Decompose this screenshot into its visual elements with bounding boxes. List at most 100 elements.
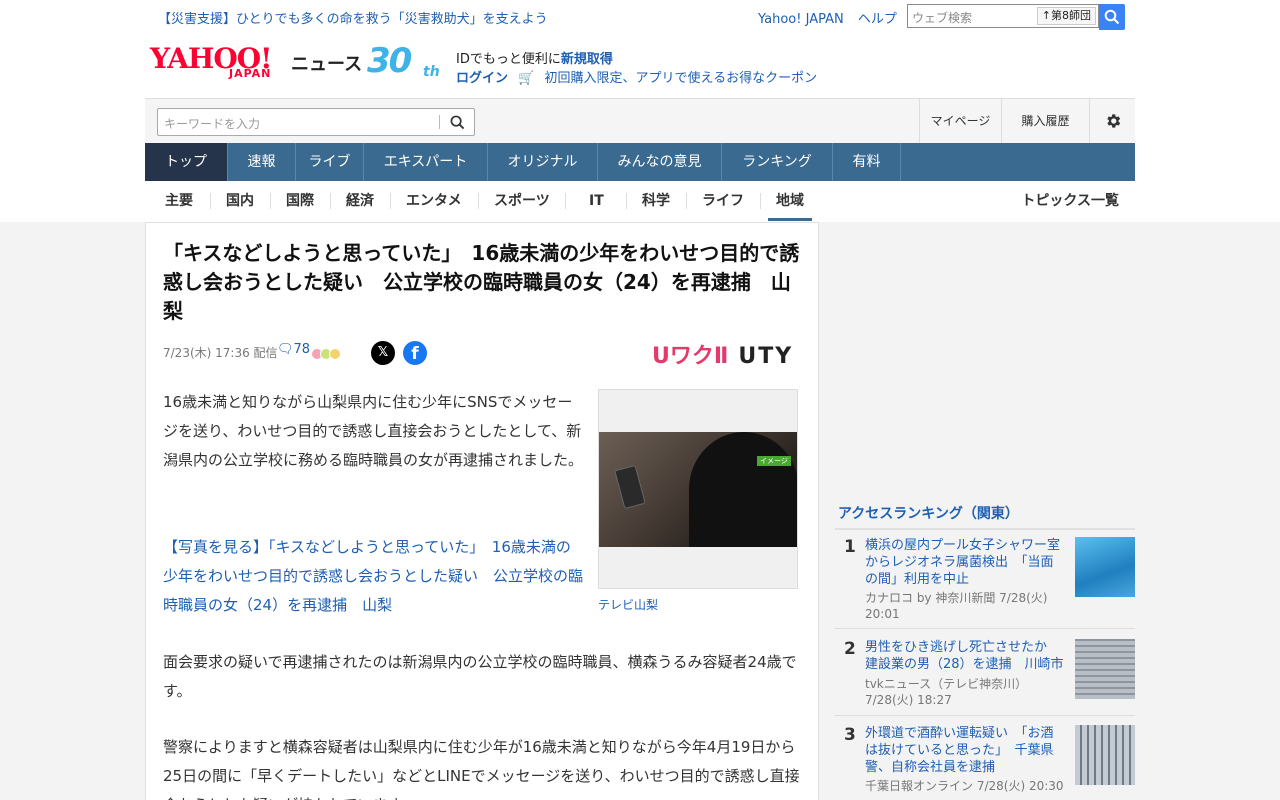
nav-top[interactable]: トップ [145, 143, 228, 181]
nav-breaking[interactable]: 速報 [228, 143, 296, 181]
search-row: キーワードを入力 マイページ 購入履歴 [145, 98, 1135, 143]
subnav-entertainment[interactable]: エンタメ [406, 181, 462, 221]
register-link[interactable]: 新規取得 [561, 52, 613, 67]
subnav-international[interactable]: 国際 [286, 181, 314, 221]
ranking-thumbnail[interactable] [1075, 639, 1135, 699]
ranking-thumbnail[interactable] [1075, 725, 1135, 785]
subnav-domestic[interactable]: 国内 [226, 181, 254, 221]
subnav-it[interactable]: IT [589, 181, 604, 221]
settings-button[interactable] [1089, 99, 1135, 143]
subnav-science[interactable]: 科学 [642, 181, 670, 221]
cart-icon: 🛒 [518, 71, 535, 86]
divider [835, 715, 1135, 716]
article-paragraph: 警察によりますと横森容疑者は山梨県内に住む少年が16歳未満と知りながら今年4月1… [163, 738, 800, 800]
anniversary-suffix: th [423, 64, 440, 80]
id-promo: IDでもっと便利に新規取得 [456, 52, 613, 67]
article-headline: 「キスなどしようと思っていた」 16歳未満の少年をわいせつ目的で誘惑し会おうとし… [163, 241, 800, 323]
keyword-placeholder: キーワードを入力 [164, 117, 261, 131]
divider [390, 193, 391, 209]
nav-expert[interactable]: エキスパート [364, 143, 488, 181]
rank-number: 2 [844, 639, 856, 659]
purchase-history-link[interactable]: 購入履歴 [1001, 99, 1089, 143]
article-meta: 7/23(木) 17:36 配信 [163, 344, 278, 361]
ranking-title[interactable]: アクセスランキング（関東） [838, 503, 1019, 523]
nav-opinions[interactable]: みんなの意見 [598, 143, 722, 181]
divider [210, 193, 211, 209]
article-paragraph: 16歳未満と知りながら山梨県内に住む少年にSNSでメッセージを送り、わいせつ目的… [163, 393, 584, 469]
reaction-face-icon [329, 348, 341, 360]
help-link[interactable]: ヘルプ [858, 12, 897, 27]
ranking-item-source: カナロコ by 神奈川新聞 7/28(火) [865, 591, 1048, 605]
divider [835, 528, 1135, 530]
reaction-faces[interactable] [311, 345, 341, 364]
ranking-item-time: 20:01 [865, 607, 900, 621]
rank-number: 3 [844, 725, 856, 745]
divider [270, 193, 271, 209]
facebook-share-icon[interactable]: f [403, 341, 427, 365]
web-search-placeholder: ウェブ検索 [912, 11, 973, 25]
ranking-item-source: 千葉日報オンライン 7/28(火) 20:30 [865, 779, 1064, 793]
ranking-item[interactable]: 1 横浜の屋内プール女子シャワー室からレジオネラ属菌検出 「当面の間」利用を中止… [835, 537, 1135, 629]
provider-logo-mark: UワクⅡ [652, 344, 729, 369]
main-nav: トップ 速報 ライブ エキスパート オリジナル みんなの意見 ランキング 有料 [145, 143, 1135, 181]
provider-logo-text: UTY [738, 344, 794, 369]
mypage-link[interactable]: マイページ [919, 99, 1001, 143]
divider [439, 115, 440, 129]
divider [478, 193, 479, 209]
search-badge[interactable]: ↑第8師団 [1036, 7, 1096, 25]
disaster-support-link[interactable]: 【災害支援】ひとりでも多くの命を救う「災害救助犬」を支えよう [158, 8, 548, 27]
comment-count: 78 [293, 342, 311, 357]
divider [565, 193, 566, 209]
image-tag: イメージ [757, 456, 791, 466]
ranking-item-source: tvkニュース（テレビ神奈川） [865, 677, 1028, 691]
coupon-link[interactable]: 初回購入限定、アプリで使えるお得なクーポン [544, 71, 817, 86]
publish-date: 7/23(木) 17:36 [163, 346, 250, 360]
silhouette [689, 432, 797, 547]
subnav-economy[interactable]: 経済 [346, 181, 374, 221]
logo-row: YAHOO! JAPAN ニュース 30 th IDでもっと便利に新規取得 ログ… [145, 40, 1135, 96]
nav-paid[interactable]: 有料 [833, 143, 901, 181]
x-share-icon[interactable]: 𝕏 [371, 341, 395, 365]
article: 「キスなどしようと思っていた」 16歳未満の少年をわいせつ目的で誘惑し会おうとし… [145, 222, 819, 800]
login-link[interactable]: ログイン [456, 71, 508, 86]
article-photo[interactable]: イメージ [598, 389, 798, 589]
comment-icon: 🗨 [277, 342, 294, 357]
nav-ranking[interactable]: ランキング [722, 143, 833, 181]
rank-number: 1 [844, 537, 856, 557]
article-paragraph: 面会要求の疑いで再逮捕されたのは新潟県内の公立学校の臨時職員、横森うるみ容疑者2… [163, 653, 797, 700]
divider [686, 193, 687, 209]
provider-logo[interactable]: UワクⅡ UTY [652, 338, 793, 370]
gear-icon [1107, 114, 1121, 128]
photo-gallery-link[interactable]: 【写真を見る】「キスなどしようと思っていた」 16歳未満の少年をわいせつ目的で誘… [163, 533, 583, 620]
ranking-thumbnail[interactable] [1075, 537, 1135, 597]
search-icon[interactable] [450, 115, 465, 130]
subnav-main[interactable]: 主要 [165, 181, 193, 221]
subnav-sports[interactable]: スポーツ [494, 181, 550, 221]
keyword-search-input[interactable]: キーワードを入力 [157, 108, 475, 136]
divider [330, 193, 331, 209]
ranking-item-title[interactable]: 男性をひき逃げし死亡させたか 建設業の男（28）を逮捕 川崎市 [865, 639, 1065, 673]
ranking-item[interactable]: 3 外環道で酒酔い運転疑い 「お酒は抜けていると思った」 千葉県警、自称会社員を… [835, 725, 1135, 800]
ranking-item[interactable]: 2 男性をひき逃げし死亡させたか 建設業の男（28）を逮捕 川崎市 tvkニュー… [835, 639, 1135, 719]
photo-image: イメージ [599, 432, 797, 547]
ranking-item-title[interactable]: 横浜の屋内プール女子シャワー室からレジオネラ属菌検出 「当面の間」利用を中止 [865, 537, 1065, 588]
nav-live[interactable]: ライブ [296, 143, 364, 181]
sub-nav: 主要 国内 国際 経済 エンタメ スポーツ IT 科学 ライフ 地域 トピックス… [145, 181, 1135, 221]
comment-link[interactable]: 🗨78 [277, 342, 310, 357]
japan-logo-text: JAPAN [229, 67, 272, 80]
nav-original[interactable]: オリジナル [488, 143, 598, 181]
ranking-item-title[interactable]: 外環道で酒酔い運転疑い 「お酒は抜けていると思った」 千葉県警、自称会社員を逮捕 [865, 725, 1065, 776]
login-row: ログイン 🛒 初回購入限定、アプリで使えるお得なクーポン [456, 67, 817, 86]
subnav-life[interactable]: ライフ [702, 181, 744, 221]
subnav-region[interactable]: 地域 [768, 181, 812, 221]
divider [626, 193, 627, 209]
anniversary-logo: 30 [367, 41, 412, 81]
web-search-button[interactable] [1099, 4, 1125, 30]
news-logo-text[interactable]: ニュース [291, 50, 362, 76]
topics-list-link[interactable]: トピックス一覧 [1021, 181, 1119, 221]
search-icon [1104, 9, 1120, 25]
divider [835, 628, 1135, 629]
yahoo-japan-link[interactable]: Yahoo! JAPAN [758, 12, 844, 27]
photo-caption[interactable]: テレビ山梨 [598, 596, 658, 613]
web-search-input[interactable]: ウェブ検索 ↑第8師団 [907, 4, 1099, 28]
